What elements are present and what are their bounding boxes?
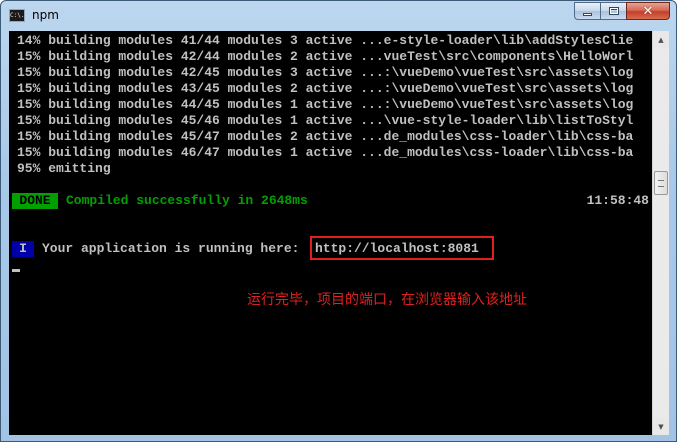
annotation-note: 运行完毕，项目的端口，在浏览器输入该地址 [247,292,527,308]
local-url[interactable]: http://localhost:8081 [315,241,479,257]
info-badge: I [12,241,34,257]
build-line: 15% building modules 45/47 modules 2 act… [17,129,634,144]
build-line: 15% building modules 46/47 modules 1 act… [17,145,634,160]
maximize-button[interactable] [600,2,626,20]
close-button[interactable]: ✕ [626,2,670,20]
window-title: npm [32,8,59,22]
compiled-message: Compiled successfully in 2648ms [66,193,308,208]
build-time: 11:58:48 [586,193,649,208]
build-line: 15% building modules 42/45 modules 3 act… [17,65,634,80]
scroll-thumb[interactable] [654,171,668,195]
maximize-icon [608,7,619,15]
build-line: 15% building modules 43/45 modules 2 act… [17,81,634,96]
console-icon: C:\. [9,9,25,22]
build-line: 15% building modules 42/44 modules 2 act… [17,49,634,64]
running-message: Your application is running here: [42,241,300,256]
minimize-button[interactable] [574,2,600,20]
scroll-up-arrow-icon[interactable]: ▲ [653,31,669,48]
minimize-icon [583,12,592,16]
build-line: 15% building modules 45/46 modules 1 act… [17,113,634,128]
build-line: 14% building modules 41/44 modules 3 act… [17,33,634,48]
window-controls: ✕ [574,2,670,21]
console-output[interactable]: 14% building modules 41/44 modules 3 act… [9,31,652,435]
scroll-down-arrow-icon[interactable]: ▼ [653,418,669,435]
vertical-scrollbar[interactable]: ▲ ▼ [652,31,669,435]
console-window: C:\. npm ✕ 14% building modules 41/44 mo… [0,0,677,442]
done-badge: DONE [12,193,58,209]
text-cursor [12,269,20,272]
build-line: 95% emitting [17,161,111,176]
title-bar[interactable]: C:\. npm ✕ [1,1,676,31]
build-line: 15% building modules 44/45 modules 1 act… [17,97,634,112]
close-icon: ✕ [642,3,654,19]
